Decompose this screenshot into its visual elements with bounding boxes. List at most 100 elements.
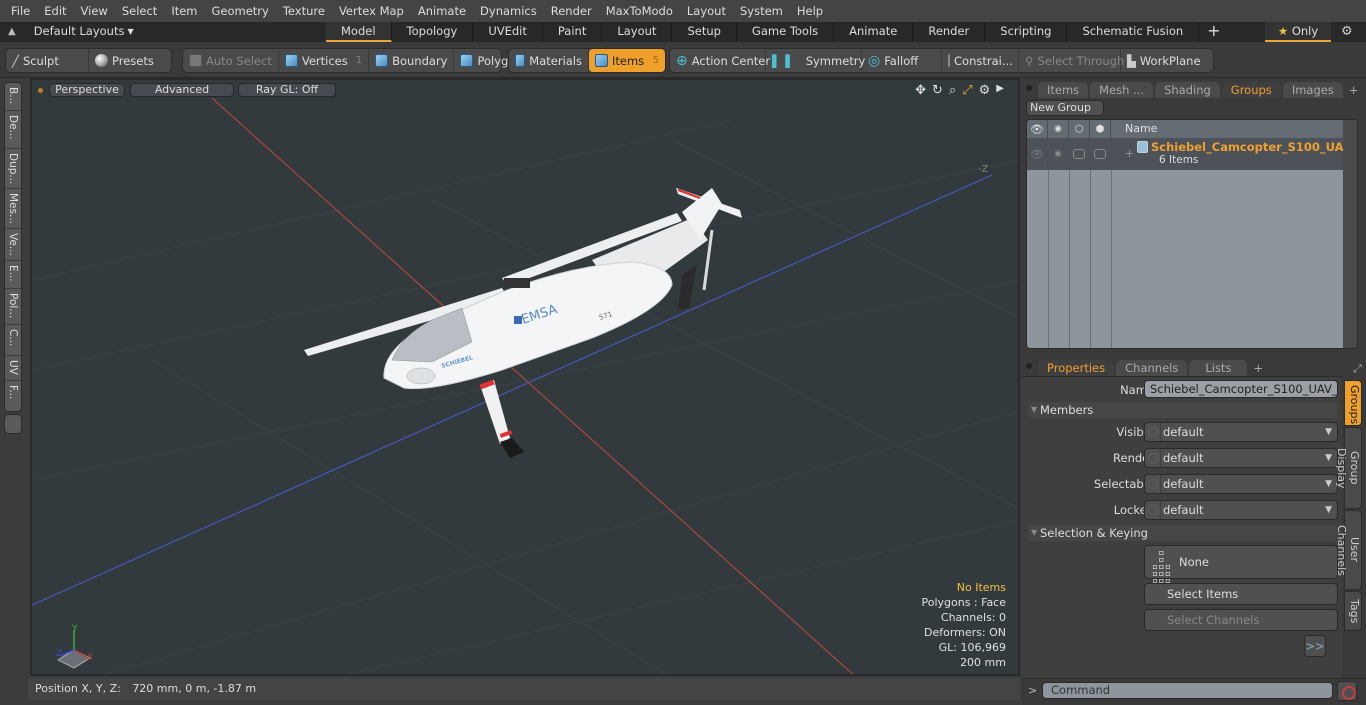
menu-file[interactable]: File bbox=[4, 4, 37, 18]
tool-tab-uv[interactable]: UV bbox=[5, 356, 21, 381]
boundary-button[interactable]: Boundary bbox=[369, 49, 455, 72]
selection-keying-section[interactable]: ▼ Selection & Keying bbox=[1028, 525, 1338, 541]
properties-menu-dot[interactable] bbox=[1026, 363, 1032, 369]
constraints-button[interactable]: Constrai... bbox=[942, 49, 1019, 72]
symmetry-button[interactable]: ▌▐ Symmetry bbox=[766, 49, 865, 72]
falloff-button[interactable]: ◎ Falloff bbox=[862, 49, 942, 72]
menu-view[interactable]: View bbox=[74, 4, 115, 18]
select-items-button[interactable]: Select Items bbox=[1144, 583, 1338, 605]
menu-animate[interactable]: Animate bbox=[411, 4, 473, 18]
tab-schematic-fusion[interactable]: Schematic Fusion bbox=[1067, 22, 1200, 42]
tab-uvedit[interactable]: UVEdit bbox=[473, 22, 543, 42]
menu-vertex-map[interactable]: Vertex Map bbox=[332, 4, 411, 18]
side-tab-groups[interactable]: Groups bbox=[1344, 380, 1362, 426]
gear-icon[interactable]: ⚙ bbox=[1341, 24, 1353, 39]
tool-tab-polygon[interactable]: Pol... bbox=[5, 289, 21, 325]
tab-paint[interactable]: Paint bbox=[543, 22, 603, 42]
menu-render[interactable]: Render bbox=[544, 4, 599, 18]
tab-game-tools[interactable]: Game Tools bbox=[737, 22, 835, 42]
menu-edit[interactable]: Edit bbox=[37, 4, 73, 18]
menu-item[interactable]: Item bbox=[164, 4, 204, 18]
3d-viewport[interactable]: -Z EMSA SCHIEBEL 571 Y X Z Perspective A… bbox=[30, 78, 1020, 676]
menu-layout[interactable]: Layout bbox=[680, 4, 733, 18]
viewport-more-icon[interactable]: ▶ bbox=[996, 83, 1004, 98]
tool-tab-deform[interactable]: De... bbox=[5, 111, 21, 149]
row-lock-toggle[interactable] bbox=[1069, 138, 1090, 170]
properties-expand-icon[interactable]: ⤢ bbox=[1353, 362, 1362, 376]
tool-tab-extra[interactable] bbox=[4, 414, 22, 434]
tab-channels[interactable]: Channels bbox=[1116, 360, 1188, 376]
auto-select-button[interactable]: Auto Select bbox=[183, 49, 279, 72]
tool-tab-vertex[interactable]: Ve... bbox=[5, 229, 21, 261]
presets-button[interactable]: Presets bbox=[89, 49, 160, 72]
select-channels-button[interactable]: Select Channels bbox=[1144, 609, 1338, 631]
menu-maxtomodo[interactable]: MaxToModo bbox=[599, 4, 680, 18]
menu-geometry[interactable]: Geometry bbox=[205, 4, 276, 18]
group-row[interactable]: 👁 ◉ + Schiebel_Camcopter_S100_UAV... 6 I… bbox=[1027, 138, 1357, 170]
tab-lists[interactable]: Lists bbox=[1189, 360, 1248, 376]
tab-images[interactable]: Images bbox=[1282, 82, 1343, 98]
row-select-toggle[interactable] bbox=[1090, 138, 1111, 170]
ray-gl-button[interactable]: Ray GL: Off bbox=[238, 83, 336, 97]
render-column-icon[interactable]: ◉ bbox=[1048, 120, 1069, 138]
menu-help[interactable]: Help bbox=[790, 4, 830, 18]
tab-setup[interactable]: Setup bbox=[672, 22, 737, 42]
tool-tab-fusion[interactable]: F... bbox=[5, 381, 21, 411]
add-tab-button[interactable]: + bbox=[1199, 22, 1228, 42]
rotate-icon[interactable]: ↻ bbox=[932, 83, 943, 98]
materials-button[interactable]: Materials bbox=[509, 49, 589, 72]
name-input[interactable]: Schiebel_Camcopter_S100_UAV_Roma bbox=[1144, 380, 1338, 398]
menu-system[interactable]: System bbox=[733, 4, 790, 18]
tab-items[interactable]: Items bbox=[1038, 82, 1089, 98]
new-group-button[interactable]: New Group bbox=[1026, 100, 1104, 116]
zoom-icon[interactable]: ⌕ bbox=[949, 83, 956, 98]
locked-select[interactable]: default ▼ bbox=[1144, 500, 1338, 520]
members-section[interactable]: ▼ Members bbox=[1028, 402, 1338, 418]
tool-tab-duplicate[interactable]: Dup... bbox=[5, 149, 21, 189]
shading-mode-button[interactable]: Advanced bbox=[130, 83, 234, 97]
visibility-column-icon[interactable]: 👁 bbox=[1027, 120, 1048, 138]
row-visibility-toggle[interactable]: 👁 bbox=[1027, 138, 1048, 170]
side-tab-user-channels[interactable]: User Channels bbox=[1335, 510, 1362, 590]
tab-mesh[interactable]: Mesh ... bbox=[1090, 82, 1154, 98]
visible-select[interactable]: default ▼ bbox=[1144, 422, 1338, 442]
sculpt-button[interactable]: ╱ Sculpt bbox=[6, 49, 89, 72]
command-input[interactable]: Command bbox=[1042, 682, 1333, 699]
render-select[interactable]: default ▼ bbox=[1144, 448, 1338, 468]
tab-model[interactable]: Model bbox=[326, 22, 392, 42]
tool-tab-edge[interactable]: E... bbox=[5, 261, 21, 289]
menu-select[interactable]: Select bbox=[115, 4, 164, 18]
default-layouts-dropdown[interactable]: ▲ Default Layouts ▼ bbox=[8, 24, 134, 38]
tab-layout[interactable]: Layout bbox=[602, 22, 673, 42]
tool-tab-mesh-edit[interactable]: Mes... bbox=[5, 189, 21, 229]
tab-shading[interactable]: Shading bbox=[1155, 82, 1220, 98]
vertices-button[interactable]: Vertices 1 bbox=[279, 49, 370, 72]
viewport-gear-icon[interactable]: ⚙ bbox=[979, 83, 991, 98]
add-panel-tab-button[interactable]: + bbox=[1345, 82, 1363, 98]
pan-icon[interactable]: ✥ bbox=[915, 83, 926, 98]
name-column-header[interactable]: Name bbox=[1111, 120, 1157, 138]
tab-animate[interactable]: Animate bbox=[834, 22, 914, 42]
select-through-button[interactable]: ⚲ Select Through bbox=[1019, 49, 1124, 72]
expand-plus-icon[interactable]: + bbox=[1125, 147, 1134, 160]
keying-none-button[interactable]: ▫ ▫ ▫▫▫ ▫▫▫ ▫▫▫ None bbox=[1144, 545, 1338, 585]
record-macro-button[interactable] bbox=[1337, 681, 1357, 701]
tab-render[interactable]: Render bbox=[913, 22, 986, 42]
selectable-select[interactable]: default ▼ bbox=[1144, 474, 1338, 494]
fit-view-icon[interactable]: ⤢ bbox=[962, 83, 972, 98]
panel-menu-dot[interactable] bbox=[1026, 85, 1032, 91]
select-column-icon[interactable]: ⬢ bbox=[1090, 120, 1111, 138]
tab-groups[interactable]: Groups bbox=[1221, 82, 1281, 98]
side-tab-group-display[interactable]: Group Display bbox=[1335, 427, 1362, 509]
row-render-toggle[interactable]: ◉ bbox=[1048, 138, 1069, 170]
menu-texture[interactable]: Texture bbox=[276, 4, 332, 18]
tab-topology[interactable]: Topology bbox=[392, 22, 474, 42]
add-properties-tab-button[interactable]: + bbox=[1249, 360, 1267, 376]
list-scrollbar[interactable] bbox=[1343, 120, 1357, 348]
menu-dynamics[interactable]: Dynamics bbox=[473, 4, 544, 18]
only-button[interactable]: ★ Only bbox=[1265, 22, 1331, 42]
tab-properties[interactable]: Properties bbox=[1038, 360, 1115, 376]
action-center-button[interactable]: ⊕ Action Center bbox=[670, 49, 770, 72]
tool-tab-curve[interactable]: C... bbox=[5, 325, 21, 356]
workplane-button[interactable]: ▙ WorkPlane bbox=[1121, 49, 1207, 72]
